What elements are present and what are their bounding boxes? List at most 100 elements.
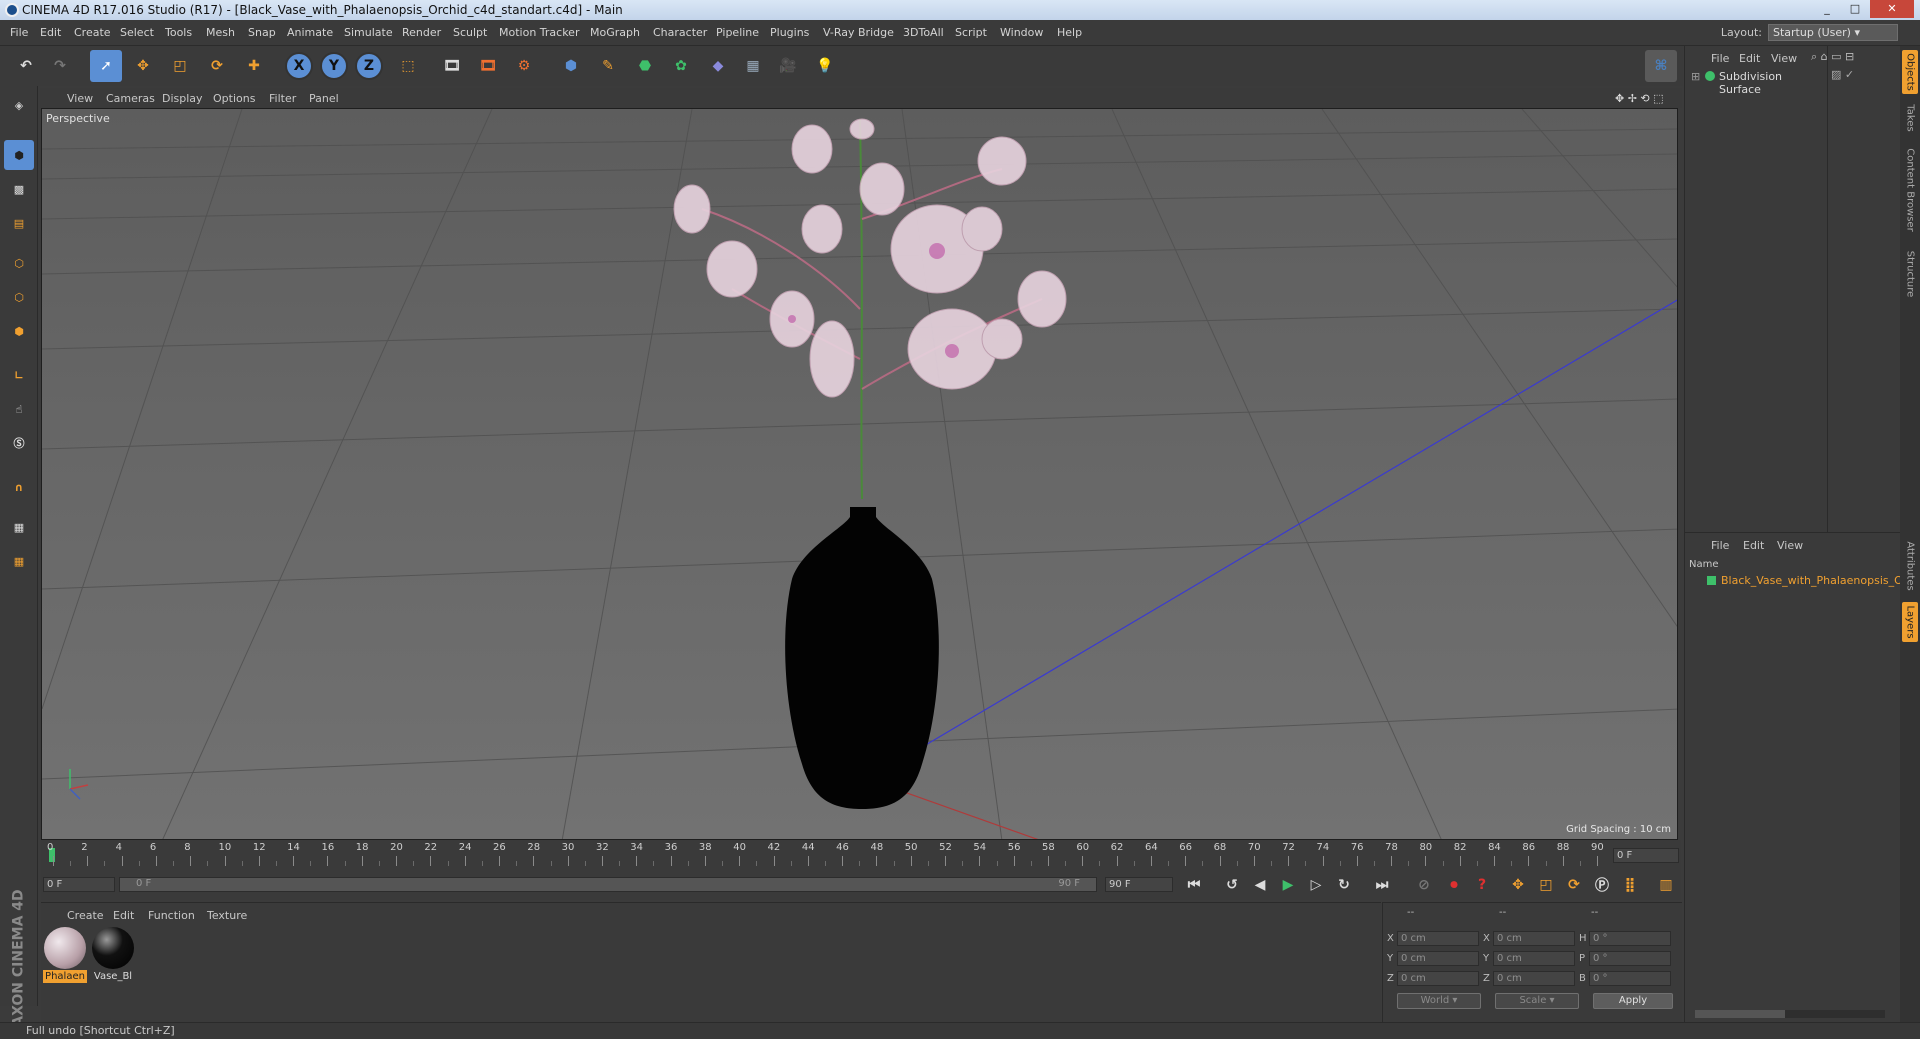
go-to-start-icon[interactable]: ⏮	[1181, 872, 1207, 898]
make-editable-icon[interactable]: ◈	[4, 90, 34, 120]
redo-icon[interactable]: ↷	[44, 50, 76, 82]
viewport-menu-display[interactable]: Display	[162, 92, 203, 105]
material-menu-create[interactable]: Create	[67, 909, 104, 922]
record-icon[interactable]: ⏺	[1441, 872, 1467, 898]
timeline-window-icon[interactable]: ▥	[1653, 872, 1679, 898]
snap-icon[interactable]: Ⓢ	[4, 428, 34, 458]
tweak-mode-icon[interactable]: ☝	[4, 394, 34, 424]
minimize-button[interactable]: _	[1814, 0, 1840, 18]
light-icon[interactable]: 💡	[809, 50, 841, 82]
key-pla-icon[interactable]: ⣿	[1617, 872, 1643, 898]
viewport-menu-panel[interactable]: Panel	[309, 92, 339, 105]
rotation-h-field[interactable]: 0 °	[1589, 931, 1671, 946]
undo-icon[interactable]: ↶	[10, 50, 42, 82]
render-picture-viewer-icon[interactable]: 🎞	[472, 50, 504, 82]
magnet-icon[interactable]: ∩	[4, 472, 34, 502]
menu-3dtoall[interactable]: 3DToAll	[903, 26, 944, 39]
timeline-ruler[interactable]: 0 2 4 6 8 10 12 14 16 18 20 22 24 26 28 30 32 34 36 38 40 42 4…	[41, 840, 1681, 870]
live-selection-icon[interactable]: ✚	[238, 50, 270, 82]
key-rotation-icon[interactable]: ⟳	[1561, 872, 1587, 898]
viewport-menu-options[interactable]: Options	[213, 92, 255, 105]
black-vase-model[interactable]	[785, 507, 939, 809]
mograph-cloner-icon[interactable]: ✿	[665, 50, 697, 82]
close-button[interactable]: ✕	[1870, 0, 1914, 18]
material-menu-function[interactable]: Function	[148, 909, 195, 922]
key-position-icon[interactable]: ✥	[1505, 872, 1531, 898]
menu-mesh[interactable]: Mesh	[206, 26, 235, 39]
layer-row[interactable]: Black_Vase_with_Phalaenopsis_Orchid	[1685, 573, 1920, 589]
tab-takes[interactable]: Takes	[1902, 100, 1918, 136]
menu-mograph[interactable]: MoGraph	[590, 26, 640, 39]
menu-edit[interactable]: Edit	[40, 26, 61, 39]
planar-workplane-icon[interactable]: ▦	[4, 546, 34, 576]
object-row-subdivision-surface[interactable]: ⊞ Subdivision Surface	[1685, 68, 1815, 96]
layers-menu-edit[interactable]: Edit	[1743, 539, 1764, 552]
previous-key-icon[interactable]: ↺	[1219, 872, 1245, 898]
material-swatch[interactable]: Vase_Bl	[91, 927, 135, 987]
tab-layers[interactable]: Layers	[1902, 602, 1918, 642]
autokey-icon[interactable]: ?	[1469, 872, 1495, 898]
current-frame-field[interactable]: 0 F	[1613, 848, 1679, 863]
move-tool-icon[interactable]: ✥	[127, 50, 159, 82]
objects-menu-file[interactable]: File	[1711, 52, 1729, 65]
points-mode-icon[interactable]: ⬡	[4, 248, 34, 278]
lock-workplane-icon[interactable]: ▦	[4, 512, 34, 542]
menu-pipeline[interactable]: Pipeline	[716, 26, 759, 39]
menu-animate[interactable]: Animate	[287, 26, 333, 39]
layout-dropdown[interactable]: Startup (User) ▾	[1768, 24, 1898, 41]
material-menu-edit[interactable]: Edit	[113, 909, 134, 922]
position-y-field[interactable]: 0 cm	[1397, 951, 1479, 966]
position-x-field[interactable]: 0 cm	[1397, 931, 1479, 946]
menu-vray-bridge[interactable]: V-Ray Bridge	[823, 26, 894, 39]
menu-script[interactable]: Script	[955, 26, 987, 39]
menu-character[interactable]: Character	[653, 26, 707, 39]
x-axis-lock-icon[interactable]: X	[285, 52, 313, 80]
apply-button[interactable]: Apply	[1593, 993, 1673, 1009]
menu-file[interactable]: File	[10, 26, 28, 39]
keyframe-selection-icon[interactable]: ⊘	[1411, 872, 1437, 898]
start-frame-field[interactable]: 0 F	[43, 877, 115, 892]
size-y-field[interactable]: 0 cm	[1493, 951, 1575, 966]
viewport-menu-filter[interactable]: Filter	[269, 92, 296, 105]
tab-attributes[interactable]: Attributes	[1902, 536, 1918, 596]
tab-objects[interactable]: Objects	[1902, 50, 1918, 94]
render-view-icon[interactable]: 🎞	[436, 50, 468, 82]
tab-structure[interactable]: Structure	[1902, 246, 1918, 302]
z-axis-lock-icon[interactable]: Z	[355, 52, 383, 80]
layers-menu-file[interactable]: File	[1711, 539, 1729, 552]
next-frame-icon[interactable]: ▷	[1303, 872, 1329, 898]
menu-create[interactable]: Create	[74, 26, 111, 39]
objects-menu-view[interactable]: View	[1771, 52, 1797, 65]
workplane-mode-icon[interactable]: ▤	[4, 208, 34, 238]
menu-snap[interactable]: Snap	[248, 26, 276, 39]
material-menu-texture[interactable]: Texture	[207, 909, 247, 922]
objects-menu-edit[interactable]: Edit	[1739, 52, 1760, 65]
end-frame-field[interactable]: 90 F	[1105, 877, 1173, 892]
y-axis-lock-icon[interactable]: Y	[320, 52, 348, 80]
position-z-field[interactable]: 0 cm	[1397, 971, 1479, 986]
size-x-field[interactable]: 0 cm	[1493, 931, 1575, 946]
model-mode-icon[interactable]: ⬢	[4, 140, 34, 170]
polygons-mode-icon[interactable]: ⬢	[4, 316, 34, 346]
menu-plugins[interactable]: Plugins	[770, 26, 809, 39]
selection-tool-icon[interactable]: ➚	[90, 50, 122, 82]
tab-content-browser[interactable]: Content Browser	[1902, 142, 1918, 238]
floor-scene-icon[interactable]: ▦	[737, 50, 769, 82]
menu-window[interactable]: Window	[1000, 26, 1043, 39]
axis-mode-icon[interactable]: ∟	[4, 360, 34, 390]
cube-primitive-icon[interactable]: ⬢	[555, 50, 587, 82]
previous-frame-icon[interactable]: ◀	[1247, 872, 1273, 898]
deformer-icon[interactable]: ◆	[702, 50, 734, 82]
rotate-tool-icon[interactable]: ⟳	[201, 50, 233, 82]
menu-help[interactable]: Help	[1057, 26, 1082, 39]
menu-tools[interactable]: Tools	[165, 26, 192, 39]
rotation-b-field[interactable]: 0 °	[1589, 971, 1671, 986]
python-icon[interactable]: ⌘	[1645, 50, 1677, 82]
subdivision-surface-icon[interactable]: ⬣	[629, 50, 661, 82]
edges-mode-icon[interactable]: ⬡	[4, 282, 34, 312]
rotation-p-field[interactable]: 0 °	[1589, 951, 1671, 966]
expand-icon[interactable]: ⊞	[1691, 70, 1700, 83]
size-z-field[interactable]: 0 cm	[1493, 971, 1575, 986]
menu-select[interactable]: Select	[120, 26, 154, 39]
material-swatch[interactable]: Phalaen	[43, 927, 87, 987]
